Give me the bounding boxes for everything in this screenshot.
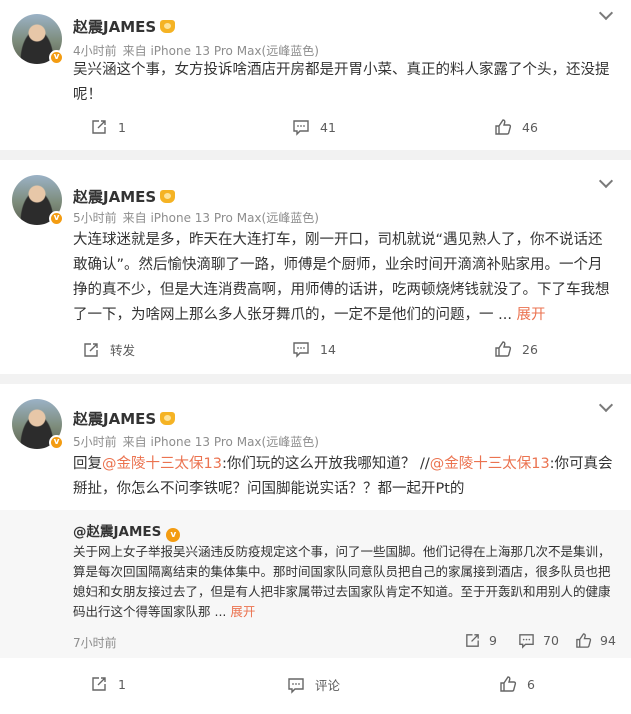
avatar[interactable]: v <box>12 14 64 65</box>
post-actions: 1 评论 6 <box>0 675 631 697</box>
quoted-repost-count: 9 <box>489 633 497 648</box>
quoted-post[interactable]: @赵震JAMES v 关于网上女子举报吴兴涵违反防疫规定这个事，问了一些国脚。他们… <box>0 510 631 658</box>
share-icon <box>92 120 106 134</box>
verified-badge-icon: v <box>166 528 181 542</box>
post-meta: 5小时前 来自 iPhone 13 Pro Max(远峰蓝色) <box>73 209 319 226</box>
post-1: v 赵震JAMES 4小时前 来自 iPhone 13 Pro Max(远峰蓝色)… <box>0 0 631 150</box>
share-icon <box>466 634 479 647</box>
quoted-like-count: 94 <box>600 633 616 648</box>
author-name-text[interactable]: 赵震JAMES <box>73 410 156 428</box>
author-name-text[interactable]: 赵震JAMES <box>73 18 156 36</box>
quoted-time[interactable]: 7小时前 <box>73 634 117 651</box>
avatar[interactable]: v <box>12 399 64 450</box>
avatar[interactable]: v <box>12 175 64 226</box>
comment-count: 41 <box>320 119 336 135</box>
comment-count: 14 <box>320 341 336 357</box>
divider <box>0 374 631 384</box>
author-name[interactable]: 赵震JAMES <box>73 408 176 429</box>
verified-badge-icon: v <box>49 211 64 226</box>
author-name[interactable]: 赵震JAMES <box>73 186 176 207</box>
like-icon <box>495 341 512 357</box>
post-meta: 4小时前 来自 iPhone 13 Pro Max(远峰蓝色) <box>73 42 319 59</box>
crown-icon <box>160 20 176 33</box>
post-time[interactable]: 4小时前 <box>73 44 117 58</box>
like-button[interactable]: 6 <box>499 675 535 693</box>
like-icon <box>576 633 592 648</box>
share-icon <box>84 342 98 357</box>
post-source: 来自 iPhone 13 Pro Max(远峰蓝色) <box>122 435 319 449</box>
repost-button[interactable]: 转发 <box>82 340 135 359</box>
post-2: v 赵震JAMES 5小时前 来自 iPhone 13 Pro Max(远峰蓝色)… <box>0 160 631 374</box>
divider <box>0 150 631 160</box>
reply-text: :你们玩的这么开放我哪知道？ // <box>221 456 430 472</box>
expand-link[interactable]: 展开 <box>517 307 546 323</box>
share-icon <box>92 677 106 691</box>
repost-button[interactable]: 1 <box>90 675 126 693</box>
comment-icon <box>519 634 534 649</box>
post-time[interactable]: 5小时前 <box>73 435 117 449</box>
verified-badge-icon: v <box>49 50 64 65</box>
mention-link[interactable]: @金陵十三太保13 <box>430 456 550 472</box>
crown-icon <box>160 190 176 203</box>
expand-link[interactable]: 展开 <box>230 604 255 619</box>
quoted-text-body: 关于网上女子举报吴兴涵违反防疫规定这个事，问了一些国脚。他们记得在上海那几次不是… <box>73 544 611 619</box>
quoted-repost-button[interactable]: 9 <box>464 632 497 649</box>
crown-icon <box>160 412 176 425</box>
repost-label: 转发 <box>110 343 136 358</box>
repost-button[interactable]: 1 <box>90 118 126 136</box>
repost-count: 1 <box>118 676 126 692</box>
comment-label: 评论 <box>315 678 341 693</box>
like-count: 26 <box>522 341 538 357</box>
post-time[interactable]: 5小时前 <box>73 211 117 225</box>
like-button[interactable]: 26 <box>494 340 538 358</box>
verified-badge-icon: v <box>49 435 64 450</box>
reply-prefix: 回复 <box>73 456 102 472</box>
chevron-down-icon[interactable] <box>598 397 614 413</box>
like-count: 46 <box>522 119 538 135</box>
quoted-text: 关于网上女子举报吴兴涵违反防疫规定这个事，问了一些国脚。他们记得在上海那几次不是… <box>73 542 618 622</box>
like-icon <box>495 119 512 135</box>
post-actions: 1 41 46 <box>0 118 631 140</box>
post-source: 来自 iPhone 13 Pro Max(远峰蓝色) <box>122 211 319 225</box>
post-source: 来自 iPhone 13 Pro Max(远峰蓝色) <box>122 44 319 58</box>
quoted-comment-button[interactable]: 70 <box>518 632 559 649</box>
comment-icon <box>293 342 309 358</box>
like-icon <box>500 676 517 692</box>
post-text: 大连球迷就是多，昨天在大连打车，刚一开口，司机就说“遇见熟人了，你不说话还敢确认… <box>73 228 613 328</box>
chevron-down-icon[interactable] <box>598 5 614 21</box>
post-actions: 转发 14 26 <box>0 340 631 362</box>
weibo-feed: v 赵震JAMES 4小时前 来自 iPhone 13 Pro Max(远峰蓝色)… <box>0 0 631 714</box>
comment-button[interactable]: 41 <box>292 118 336 136</box>
comment-icon <box>293 120 309 136</box>
repost-count: 1 <box>118 119 126 135</box>
post-3: v 赵震JAMES 5小时前 来自 iPhone 13 Pro Max(远峰蓝色)… <box>0 384 631 714</box>
quoted-author-name[interactable]: @赵震JAMES <box>73 524 161 540</box>
post-text: 回复@金陵十三太保13:你们玩的这么开放我哪知道？ //@金陵十三太保13:你可… <box>73 452 613 502</box>
author-name[interactable]: 赵震JAMES <box>73 16 176 37</box>
comment-button[interactable]: 评论 <box>287 675 340 694</box>
post-text: 吴兴涵这个事，女方投诉啥酒店开房都是开胃小菜、真正的料人家露了个头，还没提呢！ <box>73 62 610 103</box>
chevron-down-icon[interactable] <box>598 173 614 189</box>
comment-button[interactable]: 14 <box>292 340 336 358</box>
like-count: 6 <box>527 676 535 692</box>
post-meta: 5小时前 来自 iPhone 13 Pro Max(远峰蓝色) <box>73 433 319 450</box>
quoted-like-button[interactable]: 94 <box>575 632 616 649</box>
author-name-text[interactable]: 赵震JAMES <box>73 188 156 206</box>
comment-icon <box>288 677 304 694</box>
quoted-author[interactable]: @赵震JAMES v <box>73 520 181 542</box>
quoted-comment-count: 70 <box>543 633 559 648</box>
mention-link[interactable]: @金陵十三太保13 <box>102 456 222 472</box>
like-button[interactable]: 46 <box>494 118 538 136</box>
